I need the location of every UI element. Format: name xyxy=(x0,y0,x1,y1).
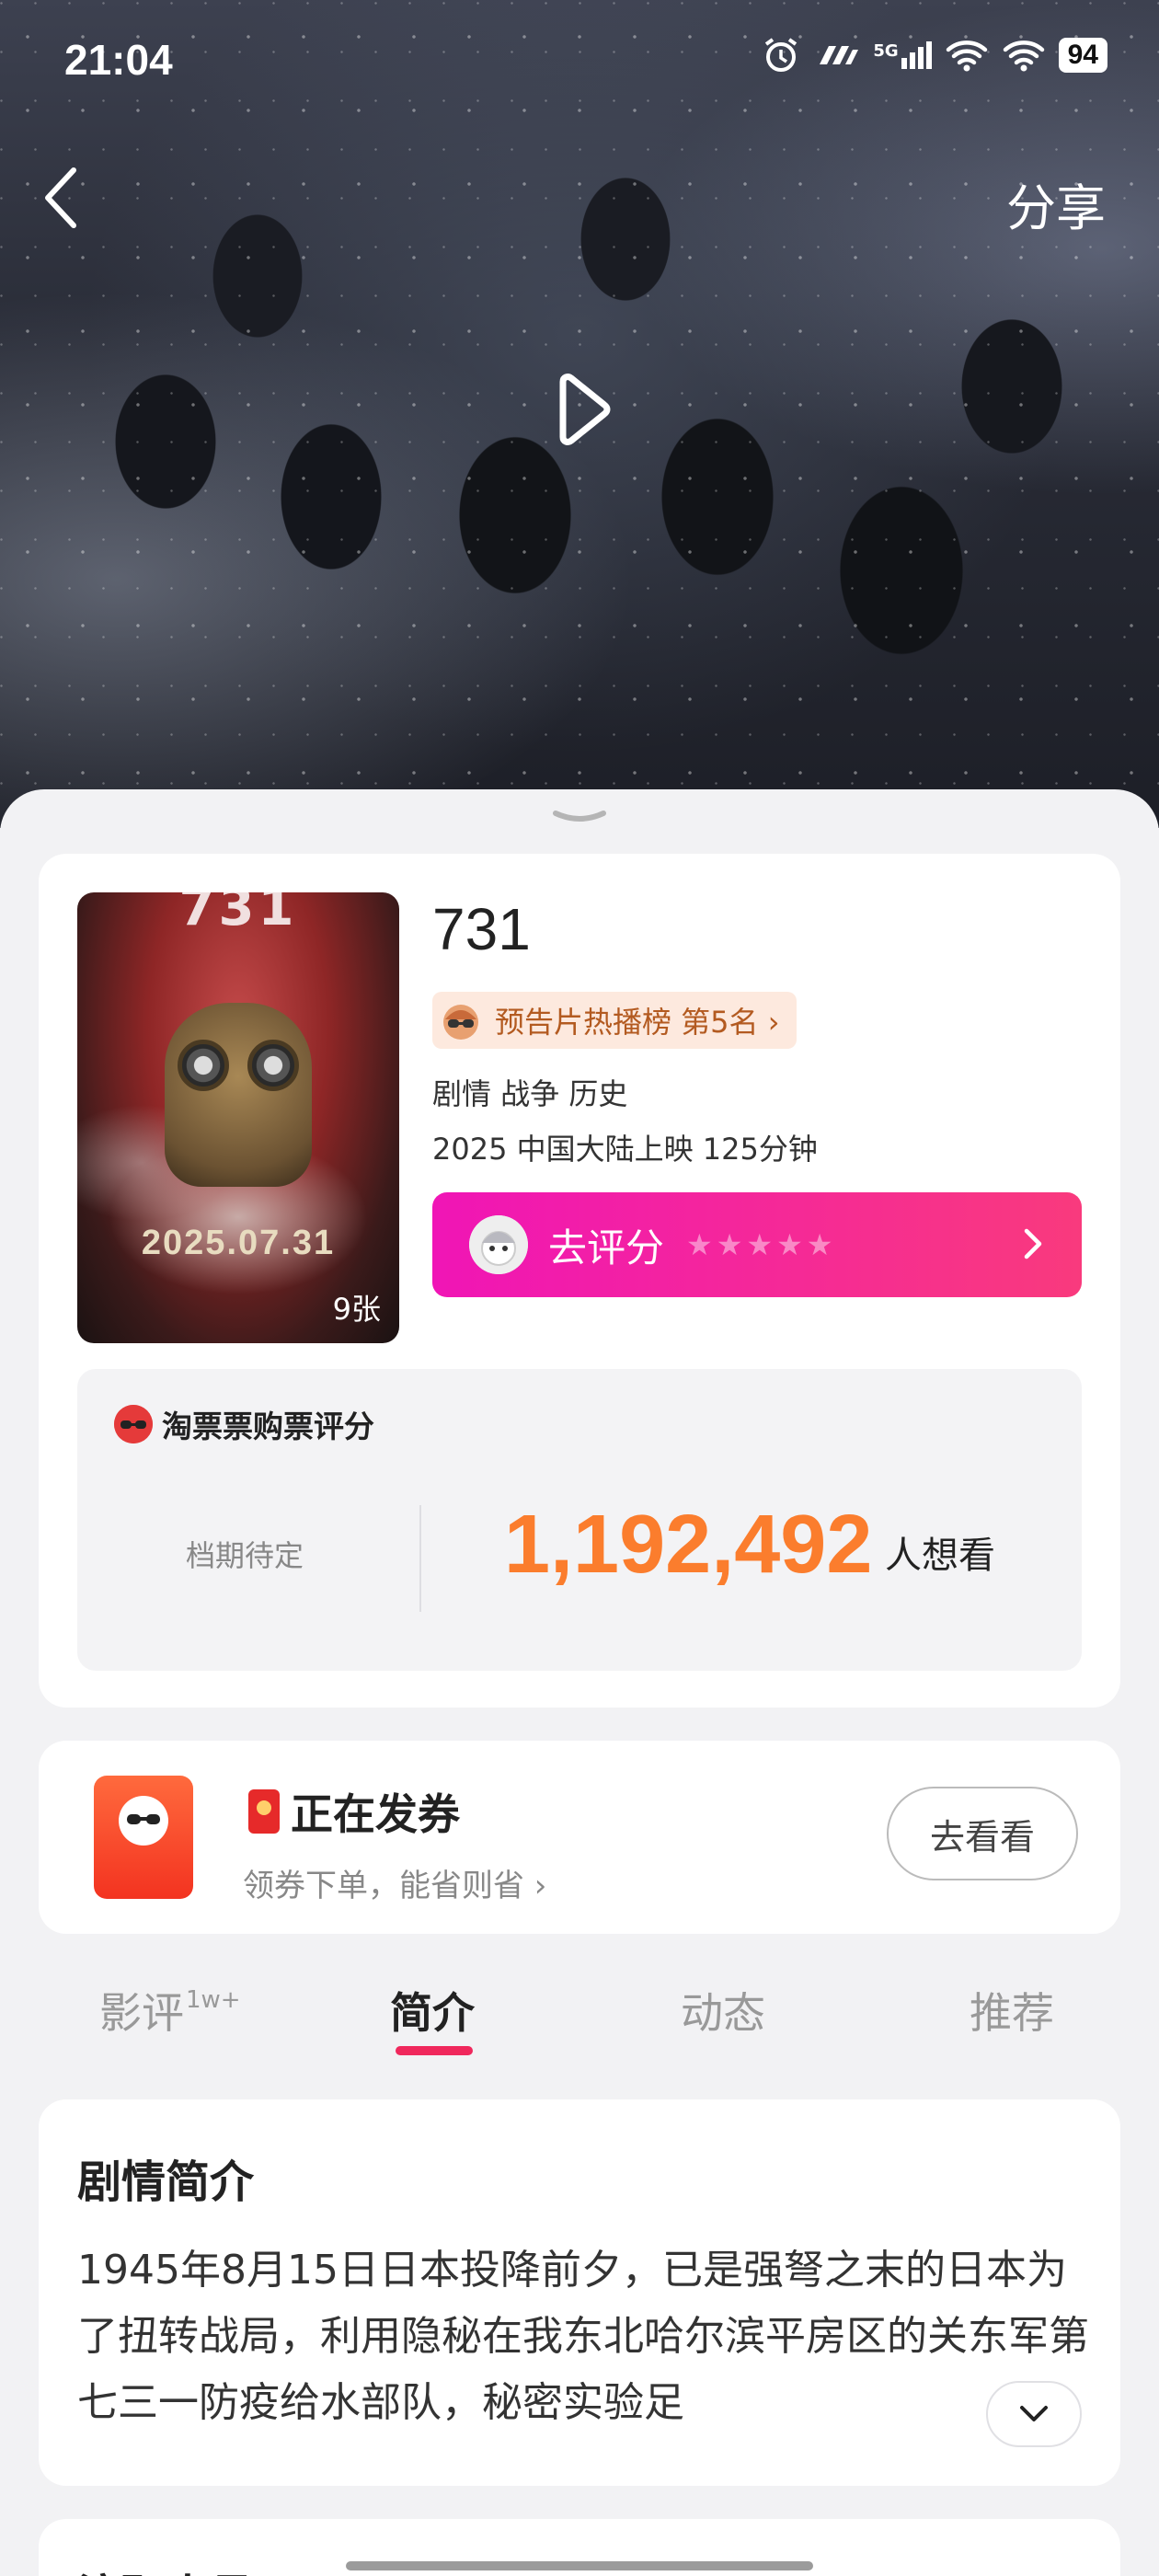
cellular-signal-icon: 5G xyxy=(873,41,932,69)
schedule-pending: 档期待定 xyxy=(186,1538,304,1573)
poster-date: 2025.07.31 xyxy=(141,1224,336,1262)
trailer-hero[interactable]: 21:04 5G 94 分享 xyxy=(0,0,1159,828)
synopsis-text: 1945年8月15日日本投降前夕，已是强弩之末的日本为了扭转战局，利用隐秘在我东… xyxy=(77,2247,1089,2426)
cast-title: 演职人员 xyxy=(77,2559,254,2576)
trailer-rank-badge[interactable]: 预告片热播榜 第5名 › xyxy=(432,992,797,1049)
expand-synopsis-button[interactable] xyxy=(986,2381,1082,2447)
want-to-watch-label: 人想看 xyxy=(885,1535,995,1577)
tab-reviews[interactable]: 影评1w+ xyxy=(99,1980,241,2041)
movie-title: 731 xyxy=(432,896,531,962)
tab-updates[interactable]: 动态 xyxy=(681,1980,765,2041)
chevron-down-icon xyxy=(553,811,606,822)
rate-button[interactable]: 去评分 ★★★★★ xyxy=(432,1192,1082,1297)
tab-synopsis[interactable]: 简介 xyxy=(390,1980,475,2041)
movie-release-info: 2025 中国大陆上映 125分钟 xyxy=(432,1132,818,1167)
view-coupon-button[interactable]: 去看看 xyxy=(887,1787,1078,1880)
movie-poster[interactable]: 731 2025.07.31 9张 xyxy=(77,892,399,1343)
content-tabs: 影评1w+ 简介 动态 推荐 xyxy=(0,1958,1159,2068)
trailer-rank-text: 预告片热播榜 第5名 › xyxy=(495,1005,780,1040)
play-button[interactable] xyxy=(534,363,625,455)
alarm-icon xyxy=(765,38,798,72)
carrier-icon xyxy=(820,46,859,64)
chevron-down-icon xyxy=(1020,2406,1048,2421)
status-icons: 5G 94 xyxy=(761,35,1107,75)
red-envelope-icon xyxy=(94,1776,193,1899)
hongbao-icon xyxy=(248,1789,280,1834)
coupon-card[interactable]: 正在发券 领券下单，能省则省 › 去看看 xyxy=(39,1741,1120,1934)
wifi-icon xyxy=(1003,40,1044,72)
sheet-handle[interactable] xyxy=(552,808,607,826)
want-to-watch-count: 1,192,492 xyxy=(504,1499,873,1591)
coupon-title: 正在发券 xyxy=(291,1789,460,1839)
tab-recommend[interactable]: 推荐 xyxy=(970,1980,1054,2041)
rate-label: 去评分 xyxy=(548,1225,665,1271)
detail-sheet[interactable]: 731 2025.07.31 9张 731 预告片热播榜 第5名 › 剧情 战争… xyxy=(0,789,1159,2576)
ticket-rating-panel: 淘票票购票评分 档期待定 1,192,492 人想看 xyxy=(77,1369,1082,1671)
gas-mask-image xyxy=(165,1003,312,1187)
poster-title: 731 xyxy=(178,892,298,937)
divider xyxy=(419,1505,421,1612)
share-button[interactable]: 分享 xyxy=(1006,167,1106,240)
status-bar: 21:04 5G 94 xyxy=(0,0,1159,120)
coupon-subtitle[interactable]: 领券下单，能省则省 › xyxy=(243,1860,546,1905)
taopiaopiao-logo-icon xyxy=(114,1405,153,1443)
wifi-icon xyxy=(946,40,987,72)
back-button[interactable] xyxy=(33,161,92,235)
movie-info-card: 731 2025.07.31 9张 731 预告片热播榜 第5名 › 剧情 战争… xyxy=(39,854,1120,1708)
home-indicator[interactable] xyxy=(346,2561,813,2570)
synopsis-card: 剧情简介 1945年8月15日日本投降前夕，已是强弩之末的日本为了扭转战局，利用… xyxy=(39,2099,1120,2486)
movie-genres: 剧情 战争 历史 xyxy=(432,1076,628,1111)
ticket-rating-title: 淘票票购票评分 xyxy=(162,1409,374,1444)
mascot-icon xyxy=(443,1005,478,1040)
play-icon xyxy=(559,374,611,445)
synopsis-title: 剧情简介 xyxy=(77,2156,255,2208)
cast-all-link[interactable]: 全部(4 › xyxy=(958,2567,1082,2576)
mascot-avatar-icon xyxy=(469,1215,528,1274)
battery-indicator: 94 xyxy=(1058,38,1107,73)
chevron-right-icon xyxy=(1024,1228,1042,1259)
rating-stars-icon: ★★★★★ xyxy=(686,1227,837,1262)
chevron-left-icon xyxy=(45,167,76,228)
status-time: 21:04 xyxy=(64,36,173,84)
poster-photo-count: 9张 xyxy=(332,1292,381,1327)
active-tab-indicator xyxy=(396,2046,473,2055)
